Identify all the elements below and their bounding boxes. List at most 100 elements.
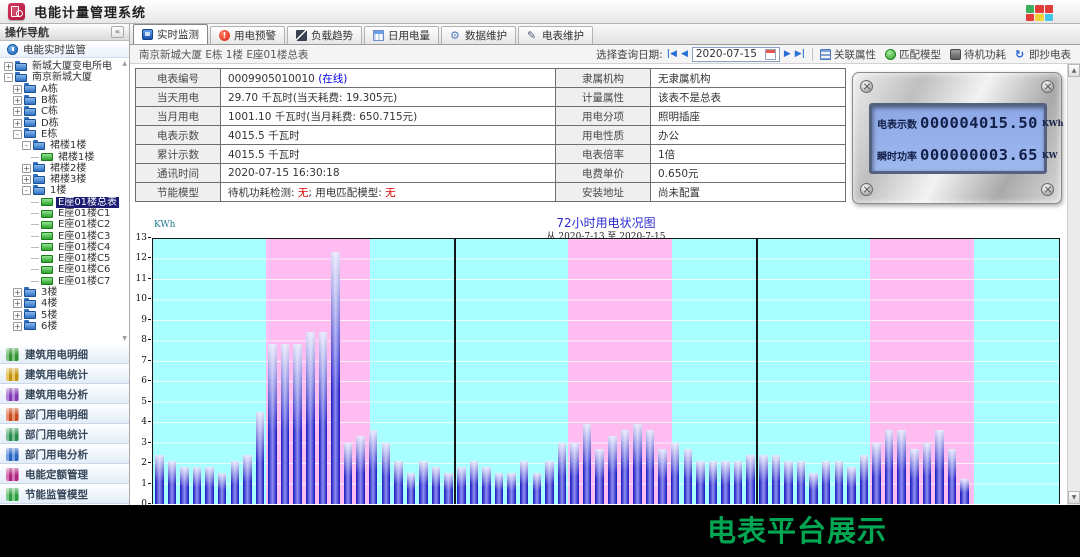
usage-bar-h29 [520, 461, 529, 504]
tab-电表维护[interactable]: 电表维护 [518, 26, 593, 44]
button-关联属性[interactable]: 关联属性 [820, 47, 876, 62]
usage-bar-h9 [268, 344, 277, 504]
expand-icon[interactable]: + [13, 288, 22, 297]
usage-bar-h62 [935, 430, 944, 504]
tree-item[interactable]: +4楼 [2, 298, 129, 309]
expand-icon[interactable]: + [4, 62, 13, 71]
expand-icon[interactable]: + [13, 322, 22, 331]
meter-icon [41, 221, 53, 229]
tree-item[interactable]: +5楼 [2, 310, 129, 321]
tree-connector [31, 269, 39, 270]
y-tick-label: 5 [141, 397, 147, 407]
date-first-button[interactable]: |◀ [667, 48, 677, 60]
button-label: 待机功耗 [964, 47, 1006, 62]
section-建筑用电统计[interactable]: 建筑用电统计 [0, 364, 129, 384]
tree-item[interactable]: -裙楼1楼 [2, 140, 129, 151]
usage-bar-h27 [495, 473, 504, 504]
button-匹配模型[interactable]: 匹配模型 [885, 47, 941, 62]
tree-item[interactable]: +裙楼3楼 [2, 174, 129, 185]
section-电能定额管理[interactable]: 电能定额管理 [0, 464, 129, 484]
tab-数据维护[interactable]: 数据维护 [441, 26, 516, 44]
scroll-up-arrow-icon[interactable]: ▲ [1068, 64, 1080, 77]
table-value-cell: 2020-07-15 16:30:18 [221, 164, 556, 183]
section-部门用电明细[interactable]: 部门用电明细 [0, 404, 129, 424]
tab-用电预警[interactable]: 用电预警 [210, 26, 285, 44]
grid-square [1026, 14, 1034, 22]
expand-icon[interactable]: + [13, 119, 22, 128]
tree-item[interactable]: E座01楼C4 [2, 242, 129, 253]
tab-日用电量[interactable]: 日用电量 [364, 26, 439, 44]
date-next-button[interactable]: ▶ [784, 48, 791, 60]
tree-item[interactable]: E座01楼C3 [2, 230, 129, 241]
tree-item[interactable]: - 南京新城大厦 [2, 72, 129, 83]
breadcrumb-bar: 南京新城大厦 E栋 1楼 E座01楼总表 选择查询日期: |◀ ◀ 2020-0… [130, 45, 1080, 64]
expand-icon[interactable]: + [22, 175, 31, 184]
apps-grid-icon[interactable] [1026, 5, 1053, 21]
tree-item[interactable]: E座01楼C1 [2, 208, 129, 219]
lcd-power-label: 瞬时功率 [877, 148, 917, 163]
vertical-scrollbar[interactable]: ▲ ▼ [1067, 64, 1080, 557]
tree-scroll-down-icon[interactable]: ▼ [122, 336, 127, 342]
collapse-icon[interactable]: - [22, 141, 31, 150]
section-建筑用电明细[interactable]: 建筑用电明细 [0, 344, 129, 364]
tree-item[interactable]: +B栋 [2, 95, 129, 106]
usage-bar-h47 [746, 455, 755, 504]
calendar-picker-icon[interactable] [765, 49, 776, 60]
table-value-cell: 1倍 [651, 145, 846, 164]
tree-item[interactable]: +D栋 [2, 117, 129, 128]
button-即抄电表[interactable]: 即抄电表 [1015, 47, 1071, 62]
collapse-icon[interactable]: - [4, 73, 13, 82]
tab-负载趋势[interactable]: 负载趋势 [287, 26, 362, 44]
tree-item[interactable]: E座01楼总表 [2, 197, 129, 208]
tree-item[interactable]: +C栋 [2, 106, 129, 117]
expand-icon[interactable]: + [13, 96, 22, 105]
section-建筑用电分析[interactable]: 建筑用电分析 [0, 384, 129, 404]
button-待机功耗[interactable]: 待机功耗 [950, 47, 1006, 62]
tree-item-label: E座01楼C2 [56, 219, 112, 230]
usage-bar-h43 [696, 461, 705, 504]
tree-item[interactable]: E座01楼C2 [2, 219, 129, 230]
date-input[interactable]: 2020-07-15 [692, 47, 780, 62]
sidebar-item-realtime-supervision[interactable]: 电能实时监管 [0, 41, 129, 58]
tree-item[interactable]: E座01楼C6 [2, 264, 129, 275]
tree-item[interactable]: E座01楼C5 [2, 253, 129, 264]
scroll-down-arrow-icon[interactable]: ▼ [1068, 491, 1080, 504]
footer-banner-text: 电表平台展示 [707, 508, 887, 550]
expand-icon[interactable]: + [13, 107, 22, 116]
table-value-cell: 该表不是总表 [651, 88, 846, 107]
tab-实时监测[interactable]: 实时监测 [133, 24, 208, 44]
collapse-icon[interactable]: - [22, 186, 31, 195]
screw-icon [860, 183, 873, 196]
tree-item[interactable]: E座01楼C7 [2, 276, 129, 287]
app-header: 电能计量管理系统 [0, 0, 1080, 24]
assoc-icon [820, 49, 831, 60]
tree-item-label: 南京新城大厦 [30, 72, 94, 83]
usage-bar-h39 [646, 430, 655, 504]
table-row: 累计示数4015.5 千瓦时电表倍率1倍 [136, 145, 846, 164]
expand-icon[interactable]: + [13, 311, 22, 320]
section-部门用电统计[interactable]: 部门用电统计 [0, 424, 129, 444]
tree-item[interactable]: +新城大厦变电所电 [2, 61, 129, 72]
table-value-cell: 4015.5 千瓦时 [221, 126, 556, 145]
tree-item[interactable]: +6楼 [2, 321, 129, 332]
tree-item[interactable]: +A栋 [2, 84, 129, 95]
table-row: 电表编号0009905010010 (在线)隶属机构无隶属机构 [136, 69, 846, 88]
expand-icon[interactable]: + [13, 85, 22, 94]
date-prev-button[interactable]: ◀ [681, 48, 688, 60]
sidebar-header: 操作导航 « [0, 24, 129, 41]
collapse-icon[interactable]: - [13, 130, 22, 139]
sidebar-collapse-button[interactable]: « [111, 26, 124, 38]
tree-item[interactable]: +3楼 [2, 287, 129, 298]
expand-icon[interactable]: + [13, 299, 22, 308]
tree-scroll-up-icon[interactable]: ▲ [122, 61, 127, 67]
section-部门用电分析[interactable]: 部门用电分析 [0, 444, 129, 464]
tree-item[interactable]: 裙楼1楼 [2, 151, 129, 162]
tree-item[interactable]: +裙楼2楼 [2, 163, 129, 174]
date-value: 2020-07-15 [696, 48, 757, 60]
usage-bar-h10 [281, 344, 290, 504]
expand-icon[interactable]: + [22, 164, 31, 173]
date-last-button[interactable]: ▶| [795, 48, 805, 60]
tree-item[interactable]: -E栋 [2, 129, 129, 140]
section-节能监管模型[interactable]: 节能监管模型 [0, 484, 129, 504]
tree-item[interactable]: -1楼 [2, 185, 129, 196]
